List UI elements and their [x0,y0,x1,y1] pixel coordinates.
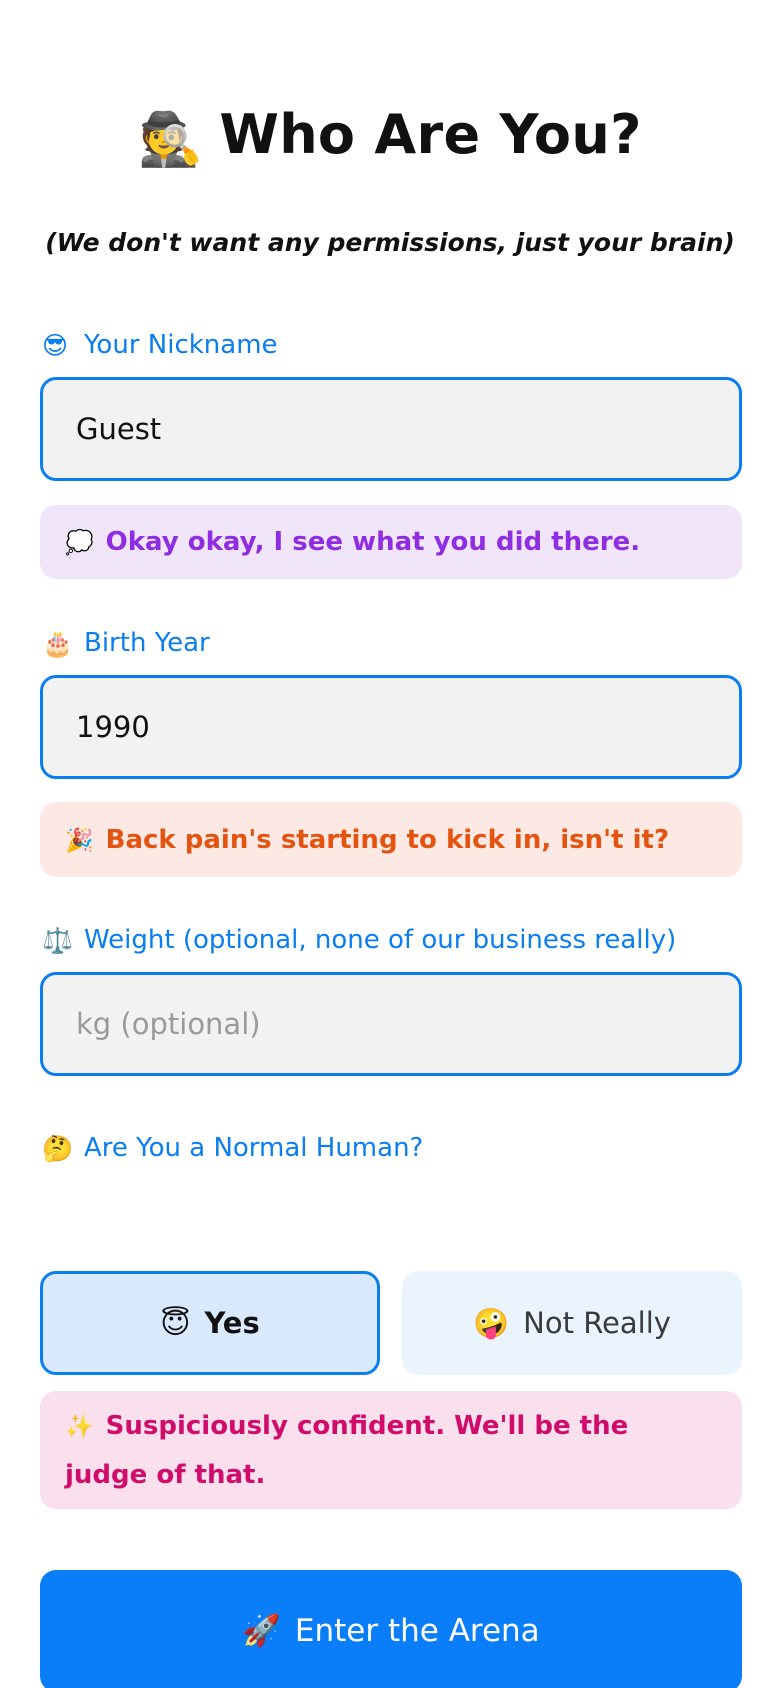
profile-form: 🕵️ Who Are You? (We don't want any permis… [0,0,780,1688]
weight-field-box [40,972,742,1076]
sparkles-icon: ✨ [65,1414,94,1440]
birth-year-field-box [40,675,742,779]
rocket-icon: 🚀 [242,1613,281,1649]
detective-icon: 🕵️ [138,110,204,170]
nickname-input[interactable] [43,380,739,478]
thinking-face-icon: 🤔 [42,1134,74,1163]
birth-year-label: 🎂 Birth Year [42,623,742,664]
normal-human-label: 🤔 Are You a Normal Human? [42,1128,742,1169]
sunglasses-face-icon: 😎 [42,331,69,360]
birth-year-input[interactable] [43,678,739,776]
page-title: 🕵️ Who Are You? [0,92,780,183]
not-really-option-button[interactable]: 🤪 Not Really [402,1271,742,1375]
enter-arena-label: Enter the Arena [294,1613,540,1649]
birth-year-feedback-text: Back pain's starting to kick in, isn't i… [105,825,670,855]
thought-bubble-icon: 💭 [65,530,94,556]
nickname-label-text: Your Nickname [84,330,278,360]
nickname-feedback-text: Okay okay, I see what you did there. [105,527,641,557]
yes-option-button[interactable]: 😇 Yes [40,1271,380,1375]
balance-scale-icon: ⚖️ [42,926,74,955]
page-title-text: Who Are You? [219,103,642,166]
nickname-field-box [40,377,742,481]
party-popper-icon: 🎉 [65,828,94,854]
birthday-cake-icon: 🎂 [42,629,74,658]
normal-human-feedback-message: ✨ Suspiciously confident. We'll be the ju… [40,1391,742,1509]
nickname-feedback-message: 💭 Okay okay, I see what you did there. [40,505,742,579]
weight-label-text: Weight (optional, none of our business r… [84,925,677,955]
page-subtitle: (We don't want any permissions, just you… [45,228,735,257]
angel-face-icon: 😇 [160,1306,191,1340]
yes-option-label: Yes [204,1306,260,1340]
birth-year-feedback-message: 🎉 Back pain's starting to kick in, isn't … [40,802,742,877]
normal-human-feedback-text: Suspiciously confident. We'll be the jud… [65,1411,629,1490]
enter-arena-button[interactable]: 🚀 Enter the Arena [40,1570,742,1688]
weight-input[interactable] [43,975,739,1073]
nickname-label: 😎 Your Nickname [42,325,742,366]
normal-human-label-text: Are You a Normal Human? [84,1133,424,1163]
birth-year-label-text: Birth Year [84,628,210,658]
not-really-option-label: Not Really [523,1306,671,1340]
weight-label: ⚖️ Weight (optional, none of our business… [42,920,742,961]
zany-face-icon: 🤪 [473,1306,510,1340]
